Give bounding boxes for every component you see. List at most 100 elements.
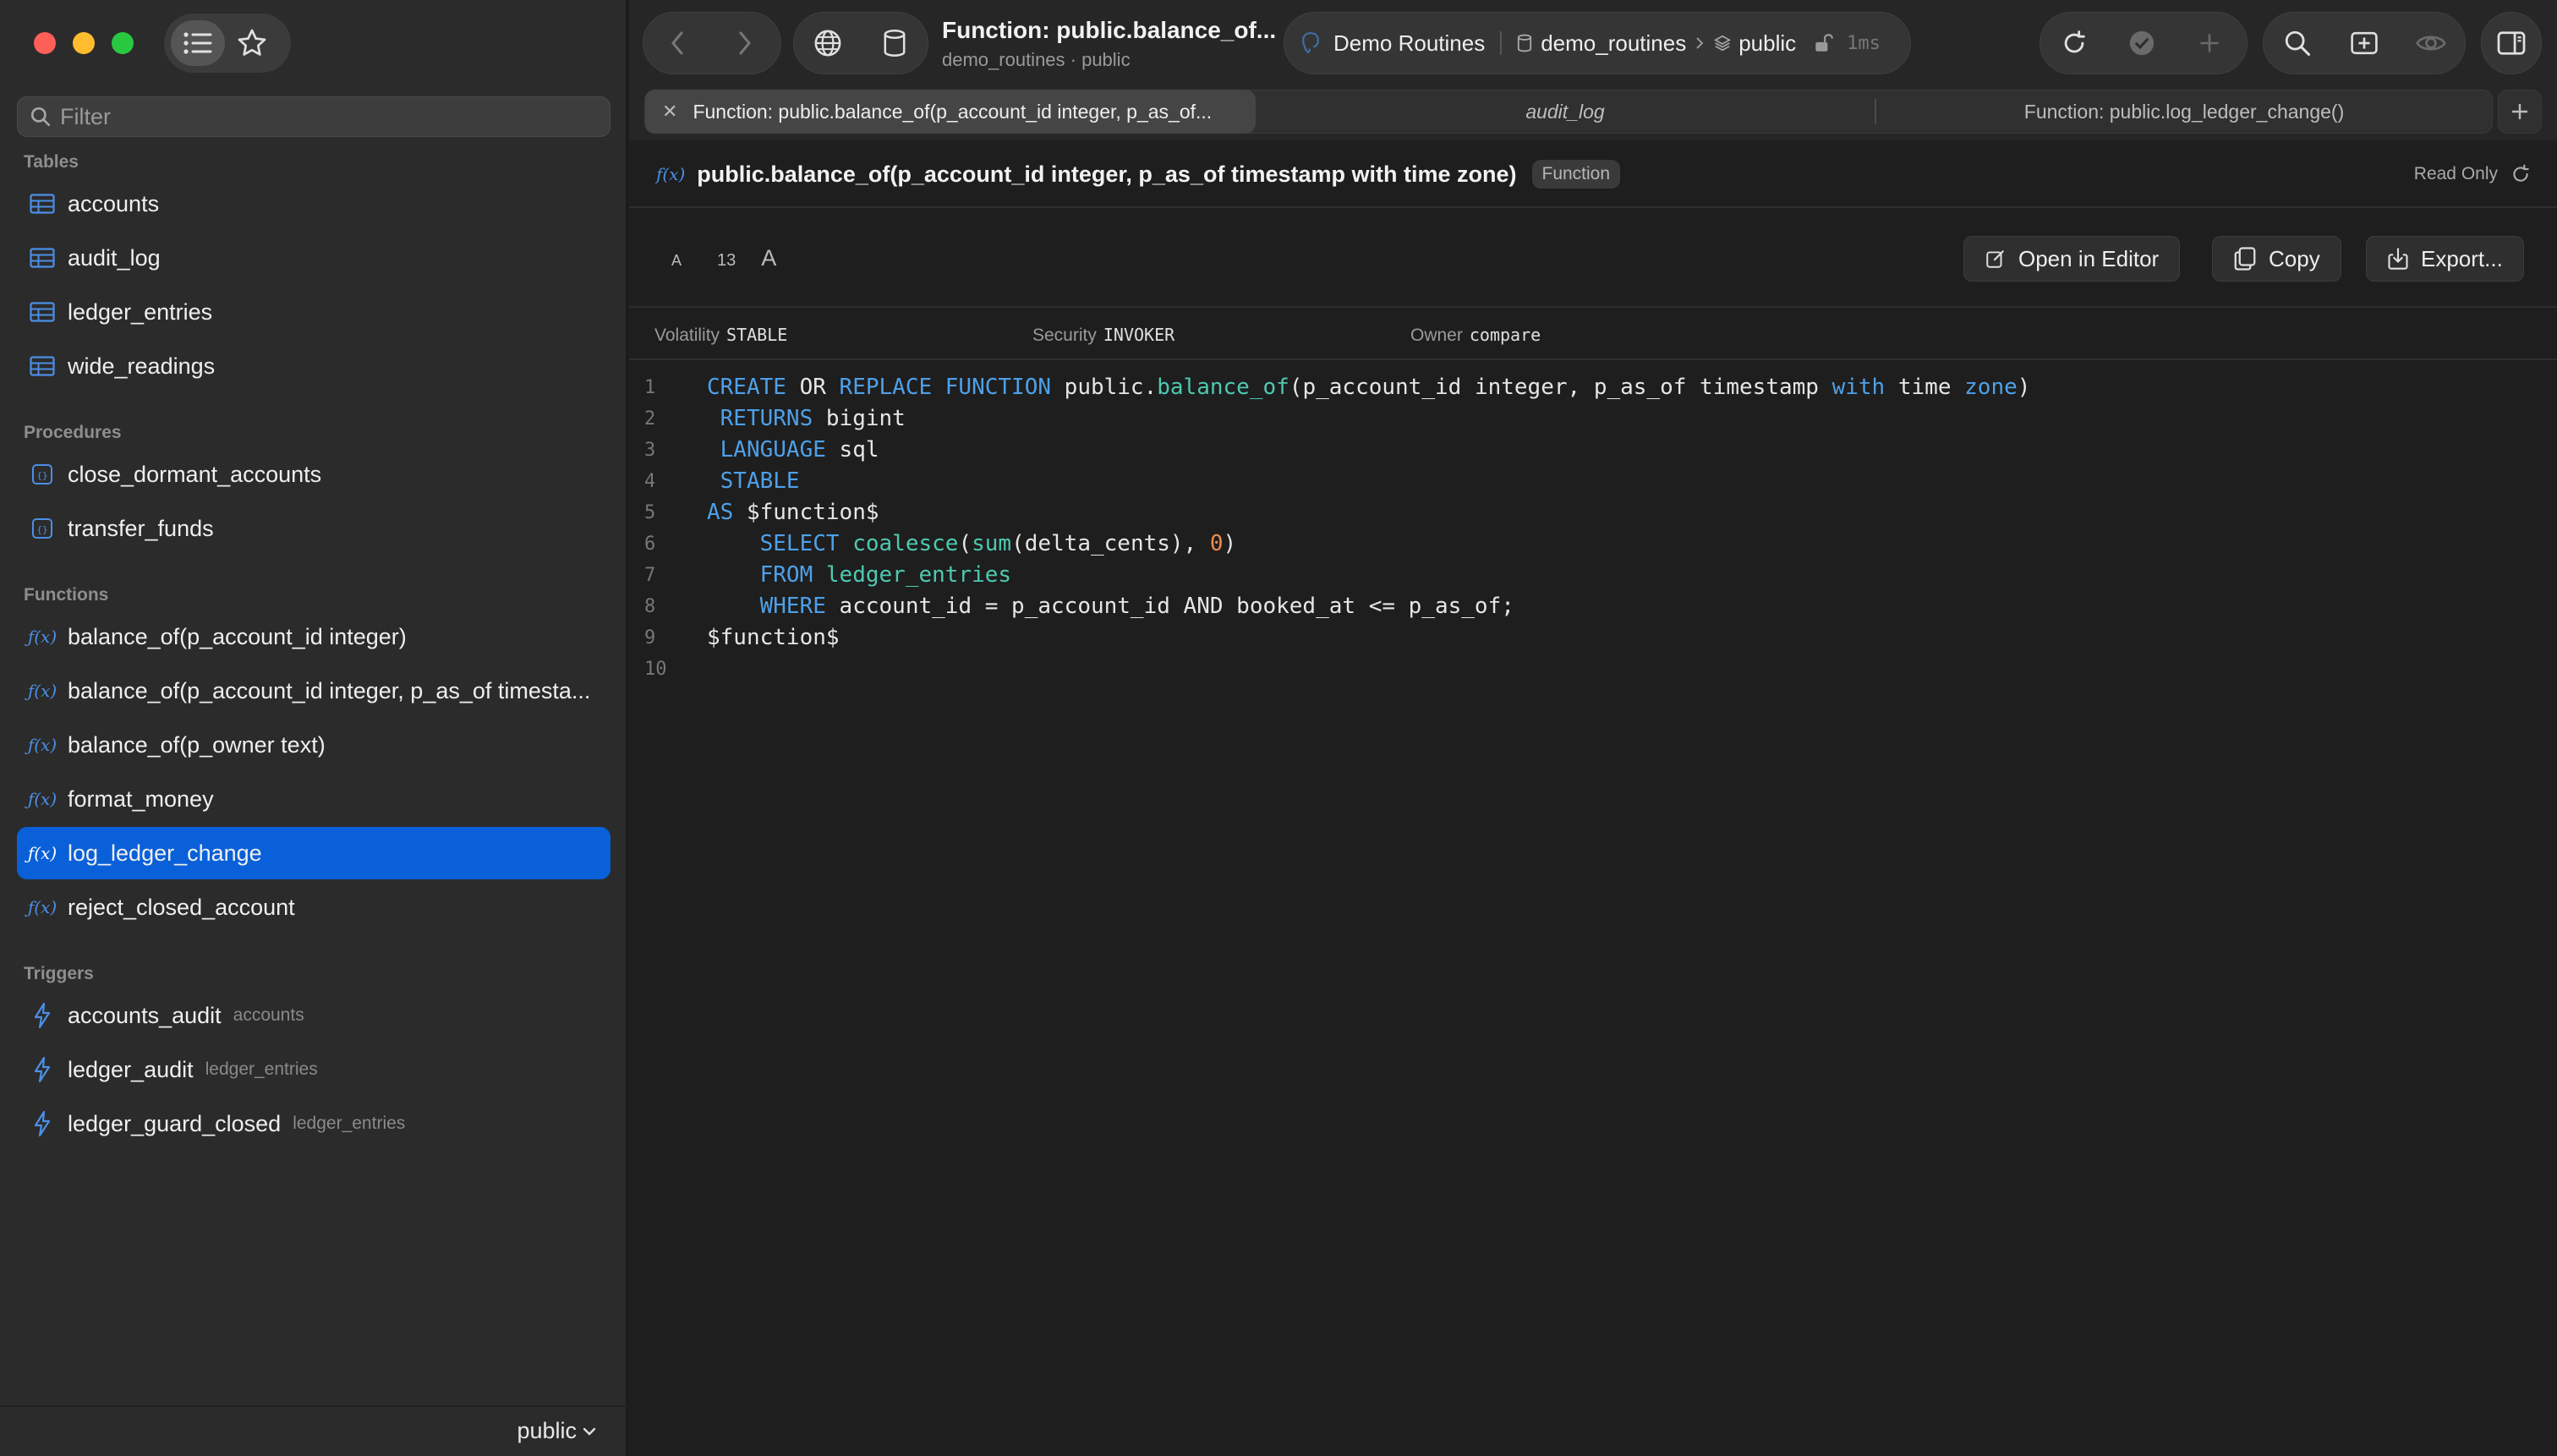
search-button[interactable] <box>2264 12 2330 74</box>
plus-icon <box>2200 34 2219 52</box>
table-icon <box>27 351 57 381</box>
new-tab-button[interactable] <box>2330 12 2397 74</box>
open-in-editor-button[interactable]: Open in Editor <box>1963 236 2181 282</box>
sidebar-item-procedure[interactable]: {} close_dormant_accounts <box>17 448 611 501</box>
eye-icon <box>2416 36 2447 51</box>
close-window-button[interactable] <box>34 32 56 54</box>
database-icon <box>884 30 905 57</box>
sidebar-item-function-selected[interactable]: ƒ(x) log_ledger_change <box>17 827 611 879</box>
code-text: AS $function$ <box>707 500 879 525</box>
back-button[interactable] <box>643 12 711 74</box>
connections-button[interactable] <box>794 12 861 74</box>
sidebar-item-function[interactable]: ƒ(x) balance_of(p_owner text) <box>17 719 611 771</box>
tab-label: Function: public.balance_of(p_account_id… <box>693 100 1213 123</box>
latency-label: 1ms <box>1847 32 1881 54</box>
filter-input[interactable] <box>60 103 584 130</box>
tab-bar: ✕ Function: public.balance_of(p_account_… <box>629 85 2557 140</box>
function-icon: ƒ(x) <box>27 681 57 701</box>
tab-function-log-ledger-change[interactable]: Function: public.log_ledger_change() <box>1876 90 2492 134</box>
volatility-property: Volatility STABLE <box>654 325 787 346</box>
refresh-button[interactable] <box>2040 12 2108 74</box>
zoom-window-button[interactable] <box>112 32 134 54</box>
line-number: 4 <box>644 471 656 492</box>
function-icon: ƒ(x) <box>27 843 57 863</box>
forward-button[interactable] <box>711 12 779 74</box>
sidebar-item-trigger[interactable]: accounts_audit accounts <box>17 989 611 1042</box>
function-icon: f(x) <box>656 164 686 184</box>
sidebar-item-label: ledger_guard_closed <box>68 1110 282 1136</box>
plus-square-icon <box>2351 31 2378 55</box>
window-title-block: Function: public.balance_of... demo_rout… <box>942 17 1276 71</box>
decrease-font-button[interactable]: A <box>671 252 682 270</box>
sidebar-item-label: reject_closed_account <box>68 894 295 920</box>
procedure-icon: {} <box>27 513 57 544</box>
connection-status-pill[interactable]: Demo Routines demo_routines public 1ms <box>1284 12 1911 74</box>
line-number: 9 <box>644 627 656 649</box>
window-subtitle: demo_routines · public <box>942 49 1131 70</box>
copy-button[interactable]: Copy <box>2212 236 2341 282</box>
filter-field[interactable] <box>17 96 611 137</box>
preview-button[interactable] <box>2398 12 2465 74</box>
search-icon <box>30 107 51 127</box>
tab-label: audit_log <box>1525 100 1605 123</box>
sidebar-item-label: balance_of(p_account_id integer) <box>68 623 407 649</box>
sidebar-item-label: format_money <box>68 785 214 812</box>
function-icon: ƒ(x) <box>27 897 57 917</box>
tab-audit-log[interactable]: audit_log <box>1256 90 1875 134</box>
owner-value: compare <box>1469 325 1541 345</box>
add-tab-button[interactable] <box>2498 90 2542 134</box>
code-view[interactable]: 1 CREATE OR REPLACE FUNCTION public.bala… <box>629 372 2557 1456</box>
svg-text:{}: {} <box>36 524 47 535</box>
lightning-icon <box>27 1054 57 1085</box>
font-size-value: 13 <box>717 251 736 270</box>
tab-function-balance-of[interactable]: ✕ Function: public.balance_of(p_account_… <box>645 90 1256 134</box>
sidebar-item-function[interactable]: ƒ(x) format_money <box>17 773 611 825</box>
window-title: Function: public.balance_of... <box>942 17 1277 43</box>
sidebar-item-label: balance_of(p_account_id integer, p_as_of… <box>68 677 591 703</box>
sidebar-item-table[interactable]: wide_readings <box>17 340 611 392</box>
owner-property: Owner compare <box>1410 325 1541 346</box>
sidebar-item-function[interactable]: ƒ(x) balance_of(p_account_id integer, p_… <box>17 665 611 717</box>
read-only-label: Read Only <box>2413 164 2498 183</box>
sidebar-item-table[interactable]: ledger_entries <box>17 286 611 338</box>
line-number: 8 <box>644 596 656 617</box>
connection-tools-group <box>793 12 928 74</box>
sidebar-item-trigger[interactable]: ledger_audit ledger_entries <box>17 1043 611 1096</box>
query-actions-group <box>2040 12 2248 74</box>
function-properties-bar: Volatility STABLE Security INVOKER Owner co… <box>629 309 2557 360</box>
table-icon <box>27 243 57 273</box>
sidebar-item-function[interactable]: ƒ(x) reject_closed_account <box>17 881 611 933</box>
schema-selector-label: public <box>517 1418 577 1443</box>
schema-selector[interactable]: public <box>517 1418 597 1444</box>
increase-font-button[interactable]: A <box>761 245 776 271</box>
sidebar-item-trigger[interactable]: ledger_guard_closed ledger_entries <box>17 1097 611 1150</box>
schema-name: public <box>1738 30 1797 56</box>
sidebar-item-table[interactable]: audit_log <box>17 232 611 284</box>
sidebar-view-toggle <box>164 14 291 73</box>
object-header: f(x) public.balance_of(p_account_id inte… <box>629 142 2557 208</box>
refresh-icon[interactable] <box>2510 163 2532 185</box>
lightning-icon <box>27 1108 57 1139</box>
sidebar-item-procedure[interactable]: {} transfer_funds <box>17 502 611 555</box>
edit-icon <box>1986 250 2004 268</box>
code-line: 6 SELECT coalesce(sum(delta_cents), 0) <box>629 528 1236 560</box>
export-button[interactable]: Export... <box>2366 236 2524 282</box>
list-view-button[interactable] <box>171 20 225 66</box>
add-button[interactable] <box>2176 12 2243 74</box>
sidebar-item-label: audit_log <box>68 244 161 271</box>
sidebar-item-function[interactable]: ƒ(x) balance_of(p_account_id integer) <box>17 610 611 663</box>
connection-name: Demo Routines <box>1333 30 1486 56</box>
favorites-button[interactable] <box>225 20 279 66</box>
line-number: 3 <box>644 440 656 461</box>
sidebar-item-table[interactable]: accounts <box>17 178 611 230</box>
plus-icon <box>2512 104 2527 119</box>
chevron-right-icon <box>1696 37 1704 49</box>
commit-button[interactable] <box>2108 12 2176 74</box>
code-text: RETURNS bigint <box>720 406 906 431</box>
sidebar-item-label: close_dormant_accounts <box>68 461 322 487</box>
minimize-window-button[interactable] <box>73 32 95 54</box>
toggle-inspector-button[interactable] <box>2482 12 2541 74</box>
close-tab-icon[interactable]: ✕ <box>662 101 677 123</box>
database-button[interactable] <box>861 12 928 74</box>
unlock-icon <box>1815 34 1833 52</box>
